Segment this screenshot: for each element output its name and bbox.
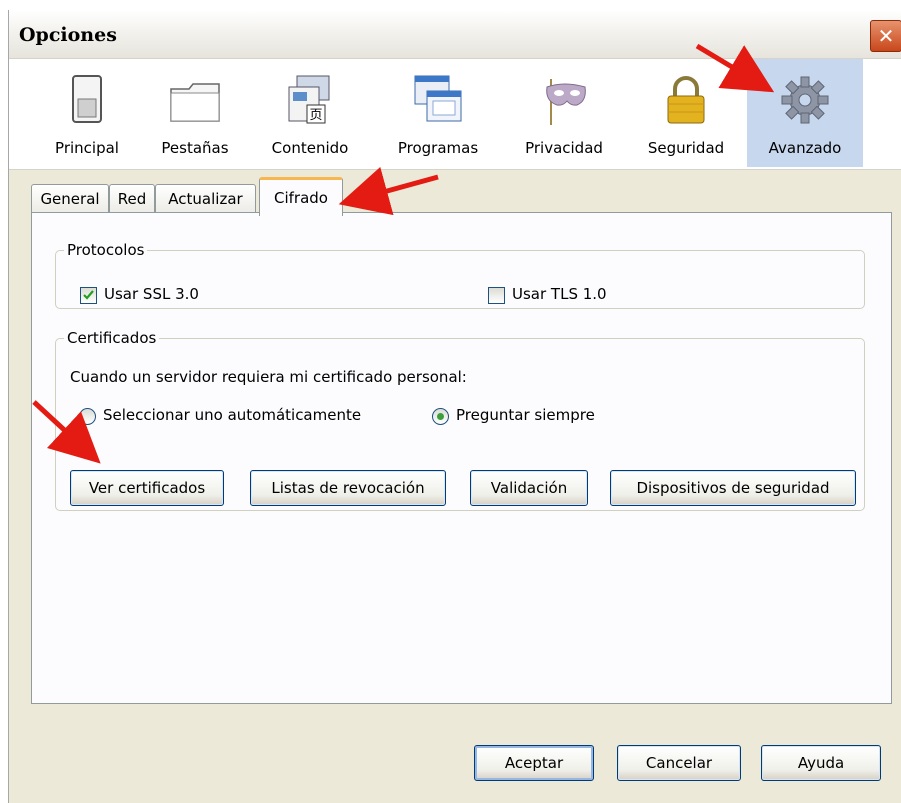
arrow-to-view-certificates <box>32 400 101 464</box>
arrow-to-cifrado <box>338 166 439 216</box>
arrow-to-avanzado <box>695 43 775 93</box>
annotation-arrows <box>32 43 775 464</box>
